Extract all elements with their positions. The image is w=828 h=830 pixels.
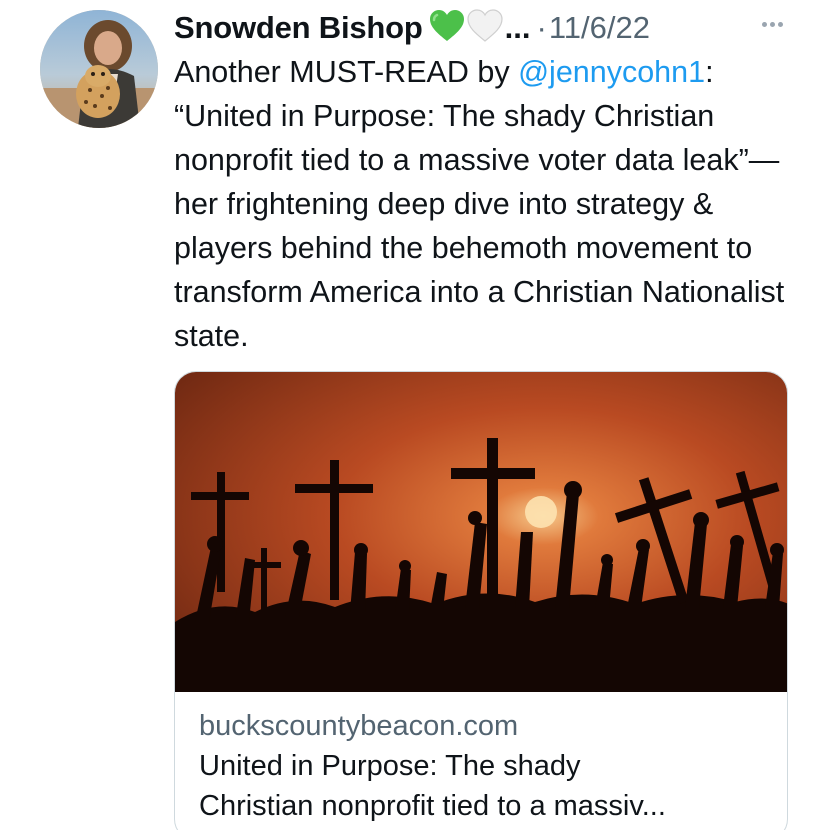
- more-dot-icon: [769, 21, 775, 27]
- card-meta: buckscountybeacon.com United in Purpose:…: [199, 706, 769, 826]
- tweet-header: Snowden Bishop ... · 11/6/22: [174, 8, 814, 48]
- link-preview-card[interactable]: buckscountybeacon.com United in Purpose:…: [174, 371, 788, 830]
- mention-link[interactable]: @jennycohn1: [518, 55, 705, 89]
- tweet[interactable]: Snowden Bishop ... · 11/6/22 Another MUS…: [0, 0, 828, 830]
- card-title-line-2: Christian nonprofit tied to a massiv...: [199, 790, 666, 822]
- name-ellipsis: ...: [504, 10, 531, 45]
- more-dot-icon: [761, 21, 767, 27]
- card-title: United in Purpose: The shady Christian n…: [199, 746, 769, 826]
- card-title-line-1: United in Purpose: The shady: [199, 750, 581, 782]
- timestamp[interactable]: 11/6/22: [549, 10, 650, 46]
- tweet-text-body: : “United in Purpose: The shady Christia…: [174, 55, 785, 353]
- card-image: [175, 372, 787, 692]
- avatar-image: [40, 10, 158, 128]
- more-dot-icon: [777, 21, 783, 27]
- tweet-text: Another MUST-READ by @jennycohn1: “Unite…: [174, 50, 794, 358]
- separator: ·: [536, 10, 547, 45]
- author-name[interactable]: Snowden Bishop: [174, 10, 423, 46]
- green-heart-icon: [429, 9, 465, 48]
- more-options-button[interactable]: [754, 12, 790, 36]
- avatar[interactable]: [40, 10, 158, 128]
- tweet-text-intro: Another MUST-READ by: [174, 55, 519, 89]
- white-heart-icon: [467, 8, 503, 48]
- card-domain: buckscountybeacon.com: [199, 710, 519, 742]
